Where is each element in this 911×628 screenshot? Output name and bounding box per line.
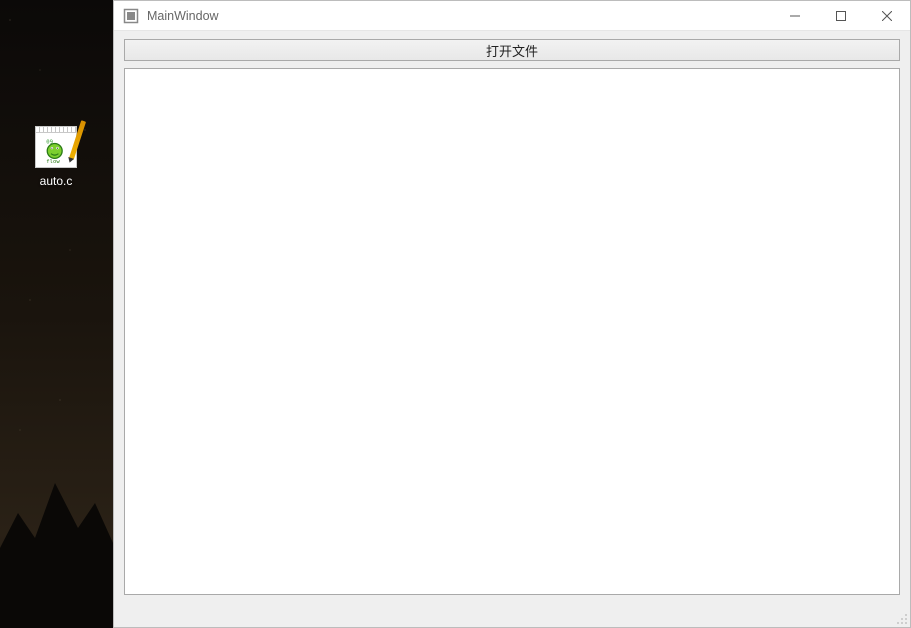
content-viewer[interactable] [124, 68, 900, 595]
minimize-button[interactable] [772, 1, 818, 30]
close-icon [882, 11, 892, 21]
main-window: MainWindow 打开文件 [113, 0, 911, 628]
maximize-icon [836, 11, 846, 21]
titlebar[interactable]: MainWindow [114, 1, 910, 31]
desktop-file-auto-c[interactable]: 09 flow auto.c [26, 126, 86, 188]
maximize-button[interactable] [818, 1, 864, 30]
client-area: 打开文件 [114, 31, 910, 627]
resize-grip-icon[interactable] [894, 611, 908, 625]
minimize-icon [790, 11, 800, 21]
open-file-button[interactable]: 打开文件 [124, 39, 900, 61]
svg-text:flow: flow [46, 159, 60, 164]
c-source-file-icon: 09 flow [35, 126, 77, 168]
desktop-file-label: auto.c [40, 174, 73, 188]
close-button[interactable] [864, 1, 910, 30]
window-title: MainWindow [147, 9, 219, 23]
wallpaper-silhouette [0, 448, 113, 628]
desktop-wallpaper: 09 flow auto.c [0, 0, 113, 628]
app-icon [123, 8, 139, 24]
